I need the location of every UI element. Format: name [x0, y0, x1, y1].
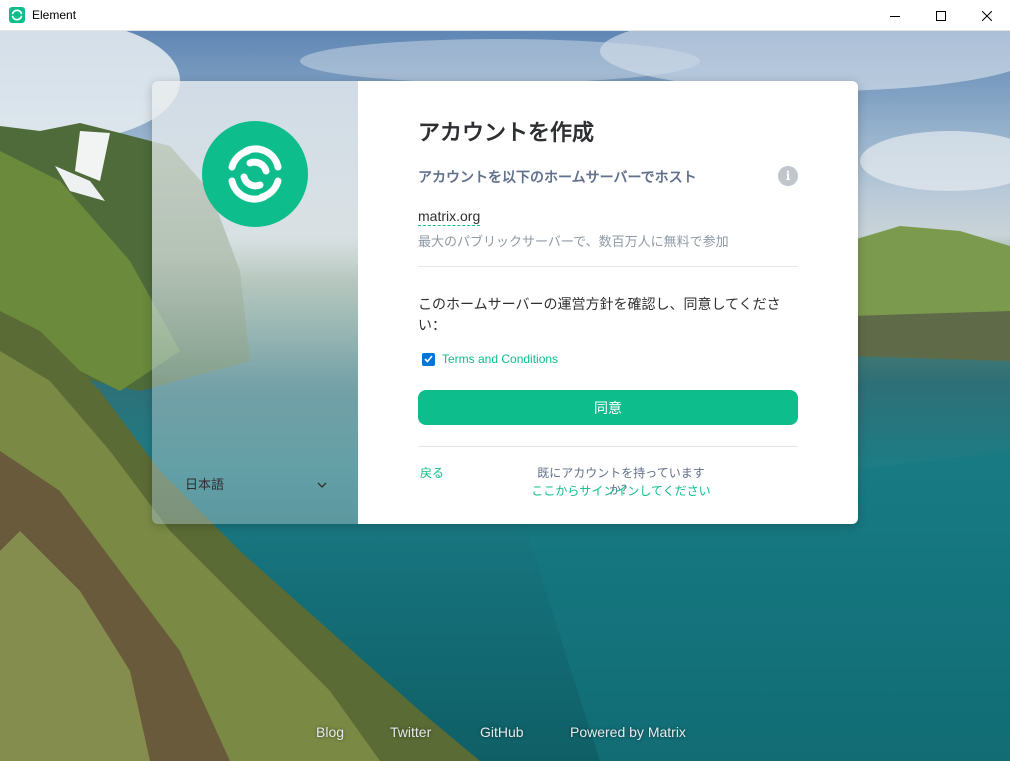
- language-selector[interactable]: 日本語: [185, 473, 327, 493]
- element-logo: [202, 121, 308, 227]
- page-title: アカウントを作成: [418, 120, 595, 145]
- info-icon[interactable]: i: [778, 166, 798, 186]
- signin-link[interactable]: ここからサインインしてください: [526, 482, 716, 499]
- terms-checkbox[interactable]: [422, 352, 435, 366]
- footer-link-matrix[interactable]: Powered by Matrix: [570, 724, 686, 740]
- maximize-icon[interactable]: [918, 0, 964, 31]
- window-controls: [872, 0, 1010, 31]
- dialog-sidebar: 日本語: [152, 81, 358, 524]
- element-app-icon: [9, 7, 25, 23]
- window-title: Element: [32, 8, 77, 22]
- footer-link-twitter[interactable]: Twitter: [390, 724, 431, 740]
- close-icon[interactable]: [964, 0, 1010, 31]
- terms-link[interactable]: Terms and Conditions: [442, 352, 558, 366]
- minimize-icon[interactable]: [872, 0, 918, 31]
- terms-row: Terms and Conditions: [422, 352, 558, 366]
- chevron-down-icon: [317, 476, 327, 491]
- homeserver-description: 最大のパブリックサーバーで、数百万人に無料で参加: [418, 234, 729, 249]
- language-label: 日本語: [185, 476, 225, 492]
- divider: [418, 266, 798, 267]
- dialog-content: アカウントを作成 アカウントを以下のホームサーバーでホスト i matrix.o…: [358, 81, 858, 524]
- homeserver-name[interactable]: matrix.org: [418, 208, 481, 226]
- window-titlebar: Element: [0, 0, 1010, 31]
- footer-link-blog[interactable]: Blog: [316, 724, 344, 740]
- agree-button[interactable]: 同意: [418, 390, 798, 425]
- footer-link-github[interactable]: GitHub: [480, 724, 524, 740]
- divider: [418, 446, 798, 447]
- policy-text: このホームサーバーの運営方針を確認し、同意してください：: [418, 296, 781, 333]
- registration-dialog: 日本語 アカウントを作成 アカウントを以下のホームサーバーでホスト i matr…: [152, 81, 858, 524]
- host-label: アカウントを以下のホームサーバーでホスト: [418, 169, 697, 185]
- back-link[interactable]: 戻る: [420, 464, 444, 481]
